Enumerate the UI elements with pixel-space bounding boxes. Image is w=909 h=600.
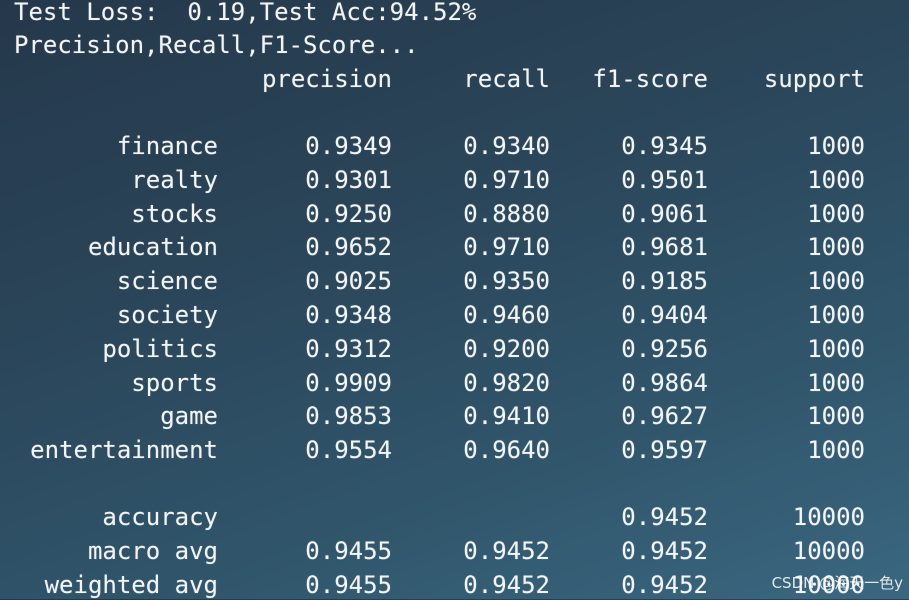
row-label: game	[160, 402, 218, 431]
f1-score-value: 0.9452	[621, 503, 708, 531]
f1-score-value: 0.9404	[621, 301, 708, 329]
f1-score-value: 0.9345	[621, 132, 708, 160]
support-value: 1000	[807, 368, 865, 397]
recall-value: 0.9460	[463, 301, 550, 329]
f1-score-value: 0.9864	[621, 368, 708, 397]
f1-score-value: 0.9452	[621, 536, 708, 565]
precision-value: 0.9554	[305, 436, 392, 465]
row-label: education	[87, 233, 218, 262]
test-loss-line: Test Loss: 0.19,Test Acc:94.52%	[14, 0, 477, 26]
row-label: stocks	[131, 199, 218, 228]
precision-value: 0.9250	[305, 199, 392, 228]
row-label: science	[116, 267, 218, 296]
row-label: society	[116, 301, 218, 329]
row-label: accuracy	[102, 503, 218, 531]
precision-value: 0.9312	[305, 334, 392, 363]
precision-value: 0.9349	[305, 132, 392, 160]
recall-value: 0.9710	[463, 233, 550, 262]
recall-value: 0.9452	[463, 536, 550, 565]
recall-value: 0.9340	[463, 132, 550, 160]
precision-value: 0.9853	[305, 402, 392, 431]
row-label: entertainment	[30, 436, 218, 465]
column-header-precision: precision	[261, 65, 392, 93]
f1-score-value: 0.9256	[621, 334, 708, 363]
recall-value: 0.9200	[463, 334, 550, 363]
precision-value: 0.9455	[305, 570, 392, 599]
row-label: realty	[131, 165, 218, 194]
recall-value: 0.9452	[463, 570, 550, 599]
watermark: CSDN @海天一色y	[771, 574, 903, 592]
row-label: sports	[131, 368, 218, 397]
column-header-f1-score: f1-score	[592, 65, 708, 93]
support-value: 1000	[807, 132, 865, 160]
support-value: 10000	[792, 536, 865, 565]
support-value: 10000	[792, 503, 865, 531]
precision-value: 0.9909	[305, 368, 392, 397]
f1-score-value: 0.9061	[621, 199, 708, 228]
f1-score-value: 0.9185	[621, 267, 708, 296]
recall-value: 0.9710	[463, 165, 550, 194]
recall-value: 0.9820	[463, 368, 550, 397]
support-value: 1000	[807, 233, 865, 262]
precision-value: 0.9025	[305, 267, 392, 296]
precision-value: 0.9652	[305, 233, 392, 262]
precision-value: 0.9301	[305, 165, 392, 194]
f1-score-value: 0.9501	[621, 165, 708, 194]
support-value: 1000	[807, 334, 865, 363]
support-value: 1000	[807, 402, 865, 431]
precision-value: 0.9348	[305, 301, 392, 329]
f1-score-value: 0.9681	[621, 233, 708, 262]
support-value: 1000	[807, 267, 865, 296]
f1-score-value: 0.9597	[621, 436, 708, 465]
f1-score-value: 0.9452	[621, 570, 708, 599]
recall-value: 0.9350	[463, 267, 550, 296]
support-value: 1000	[807, 301, 865, 329]
recall-value: 0.9640	[463, 436, 550, 465]
precision-value: 0.9455	[305, 536, 392, 565]
row-label: politics	[102, 334, 218, 363]
metrics-title-line: Precision,Recall,F1-Score...	[14, 31, 419, 59]
support-value: 1000	[807, 165, 865, 194]
support-value: 1000	[807, 436, 865, 465]
row-label: weighted avg	[44, 570, 218, 599]
recall-value: 0.8880	[463, 199, 550, 228]
column-header-recall: recall	[463, 65, 550, 93]
column-header-support: support	[763, 65, 865, 93]
support-value: 1000	[807, 199, 865, 228]
f1-score-value: 0.9627	[621, 402, 708, 431]
row-label: finance	[116, 132, 218, 160]
terminal-output: Test Loss: 0.19,Test Acc:94.52% Precisio…	[0, 0, 909, 599]
row-label: macro avg	[87, 536, 218, 565]
recall-value: 0.9410	[463, 402, 550, 431]
